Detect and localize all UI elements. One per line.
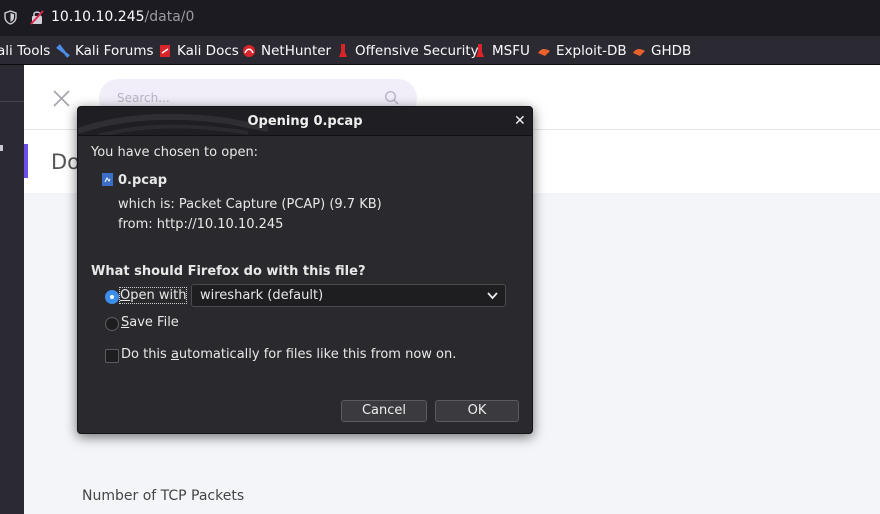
dialog-titlebar[interactable]: Opening 0.pcap ✕	[78, 107, 532, 136]
tcp-packets-label: Number of TCP Packets	[82, 488, 245, 504]
file-source-row: from: http://10.10.10.245	[118, 217, 283, 232]
sidebar-indicator	[0, 145, 3, 151]
open-with-accel: O	[120, 288, 131, 303]
save-file-text: ave File	[129, 315, 179, 330]
search-placeholder: Search...	[117, 91, 170, 105]
bookmark-kali-forums[interactable]: Kali Forums	[56, 41, 154, 61]
application-select[interactable]: wireshark (default)	[191, 284, 506, 307]
url-text[interactable]: 10.10.10.245/data/0	[51, 9, 194, 25]
cancel-button[interactable]: Cancel	[341, 400, 427, 422]
bookmark-kali-tools[interactable]: ali Tools	[0, 41, 50, 61]
auto-action-text-pre: Do this	[121, 347, 171, 362]
from-value: http://10.10.10.245	[156, 217, 284, 232]
ghdb-icon	[633, 48, 645, 56]
open-with-label[interactable]: Open with	[118, 287, 188, 304]
shield-icon[interactable]	[4, 10, 17, 25]
exploit-db-icon	[538, 48, 550, 56]
close-icon[interactable]	[53, 90, 70, 107]
bookmark-msfu[interactable]: MSFU	[473, 41, 530, 61]
bookmark-exploit-db[interactable]: Exploit-DB	[537, 41, 627, 61]
save-file-radio[interactable]	[105, 317, 119, 331]
download-dialog: Opening 0.pcap ✕ You have chosen to open…	[77, 106, 533, 434]
bookmark-label: NetHunter	[261, 43, 332, 59]
dialog-intro: You have chosen to open:	[91, 145, 259, 160]
kali-forums-icon	[56, 44, 70, 58]
from-label: from:	[118, 217, 153, 232]
auto-action-label[interactable]: Do this automatically for files like thi…	[121, 347, 456, 362]
bookmark-offensive-security[interactable]: Offensive Security	[336, 41, 479, 61]
bookmark-nethunter[interactable]: NetHunter	[242, 41, 331, 61]
dialog-close-button[interactable]: ✕	[514, 113, 526, 129]
dialog-question: What should Firefox do with this file?	[91, 264, 366, 279]
url-bar[interactable]: 10.10.10.245/data/0	[0, 0, 880, 36]
bookmark-kali-docs[interactable]: Kali Docs	[158, 41, 239, 61]
which-is-label: which is:	[118, 197, 175, 212]
ok-button[interactable]: OK	[435, 400, 519, 422]
url-path: /data/0	[144, 9, 195, 25]
bookmarks-toolbar: ali Tools Kali Forums Kali Docs NetHunte…	[0, 36, 880, 65]
msfu-icon	[476, 44, 484, 57]
bookmark-label: ali Tools	[0, 43, 51, 59]
bookmark-label: Exploit-DB	[556, 43, 627, 59]
page-title: Do	[51, 150, 81, 174]
file-type-row: which is: Packet Capture (PCAP) (9.7 KB)	[118, 197, 382, 212]
file-type-value: Packet Capture (PCAP) (9.7 KB)	[178, 197, 382, 212]
offsec-icon	[339, 44, 347, 57]
open-with-text: pen with	[130, 288, 187, 303]
bookmark-label: Kali Docs	[177, 43, 239, 59]
bookmark-label: Offensive Security	[355, 43, 479, 59]
kali-docs-icon	[160, 45, 170, 57]
search-icon[interactable]	[384, 90, 400, 106]
application-select-value: wireshark (default)	[200, 288, 324, 303]
bookmark-label: MSFU	[492, 43, 530, 59]
auto-action-accel: a	[170, 347, 179, 362]
bookmark-label: GHDB	[651, 43, 692, 59]
bookmark-ghdb[interactable]: GHDB	[632, 41, 691, 61]
file-name: 0.pcap	[118, 173, 168, 188]
sidebar-divider	[0, 101, 24, 102]
url-host: 10.10.10.245	[51, 9, 145, 25]
bookmark-label: Kali Forums	[75, 43, 154, 59]
insecure-lock-icon[interactable]	[30, 10, 44, 25]
chevron-down-icon	[487, 292, 498, 300]
auto-action-checkbox[interactable]	[105, 349, 119, 363]
save-file-label[interactable]: Save File	[121, 315, 179, 330]
nethunter-icon	[243, 45, 255, 57]
title-accent-bar	[24, 144, 28, 178]
sidebar	[0, 65, 24, 514]
auto-action-text-post: utomatically for files like this from no…	[178, 347, 457, 362]
dialog-title: Opening 0.pcap	[247, 114, 363, 129]
file-icon	[102, 173, 113, 186]
open-with-radio[interactable]	[105, 290, 119, 304]
